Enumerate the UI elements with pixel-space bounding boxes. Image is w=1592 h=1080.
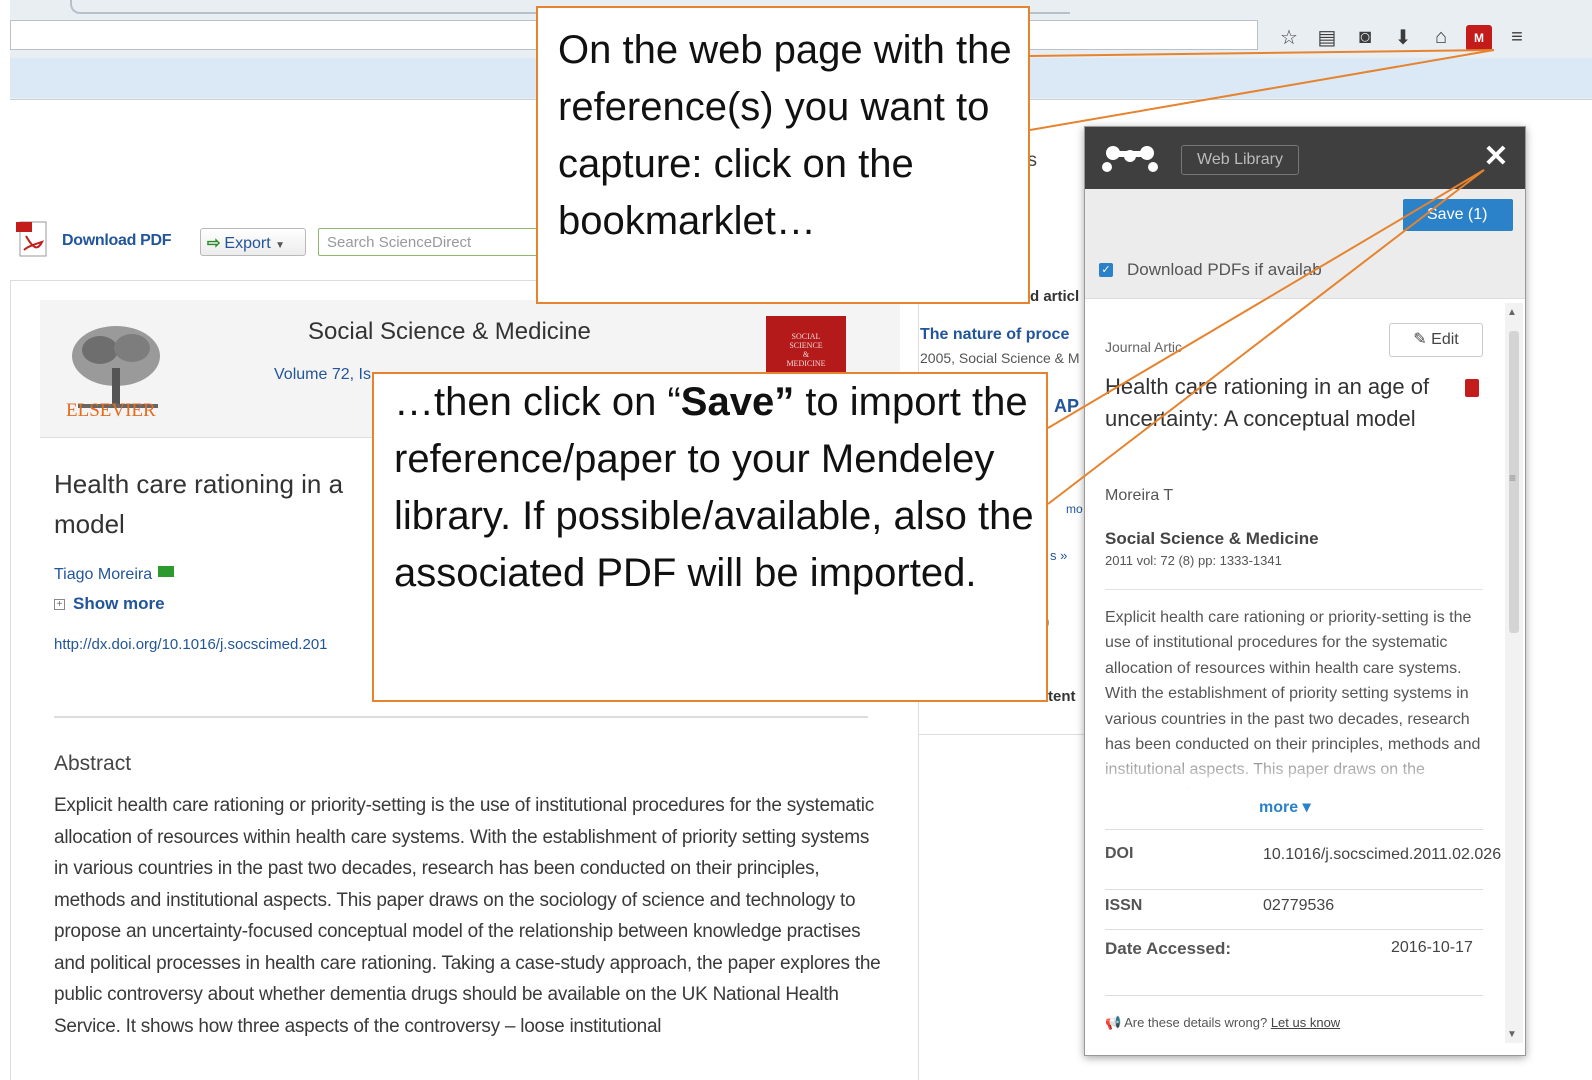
download-pdfs-row: ✓ Download PDFs if availab (1085, 239, 1525, 299)
related-articles-heading: d articl (1030, 288, 1080, 305)
related-article-link-2[interactable]: AP (1054, 396, 1079, 417)
mendeley-bookmarklet-button[interactable]: M (1462, 22, 1496, 52)
document-type: Journal Artic (1105, 339, 1183, 355)
reference-authors: Moreira T (1105, 487, 1174, 504)
home-icon[interactable]: ⌂ (1424, 22, 1458, 52)
more-link[interactable]: mo (1066, 502, 1083, 516)
issn-value: 02779536 (1263, 897, 1335, 914)
edit-label: Edit (1431, 331, 1459, 348)
related-article-meta: 2005, Social Science & M (920, 350, 1080, 366)
abstract-heading: Abstract (54, 752, 132, 775)
download-pdfs-checkbox[interactable]: ✓ (1099, 263, 1113, 277)
grip-icon: ≡ (1509, 471, 1517, 485)
export-button[interactable]: ⇨ Export ▼ (200, 228, 306, 256)
save-button[interactable]: Save (1) (1403, 199, 1513, 231)
pencil-icon: ✎ (1413, 331, 1427, 348)
more-toggle[interactable]: more ▾ (1259, 797, 1311, 817)
report-question: Are these details wrong? (1124, 1015, 1268, 1030)
scroll-down-icon[interactable]: ▼ (1507, 1029, 1517, 1040)
browser-toolbar: ☆ ▤ ◙ ⬇ ⌂ M ≡ (1272, 22, 1534, 52)
star-icon[interactable]: ☆ (1272, 22, 1306, 52)
download-pdf-link[interactable]: Download PDF (62, 232, 172, 250)
author-link[interactable]: Tiago Moreira (54, 566, 175, 584)
megaphone-icon: 📢 (1105, 1015, 1122, 1030)
pocket-icon[interactable]: ◙ (1348, 22, 1382, 52)
chevron-down-icon: ▼ (275, 240, 286, 251)
export-label: Export (224, 235, 271, 252)
edit-button[interactable]: ✎ Edit (1389, 323, 1483, 357)
reference-title: Health care rationing in an age of uncer… (1105, 374, 1430, 431)
doi-value: 10.1016/j.socscimed.2011.02.026 (1263, 846, 1502, 863)
web-library-button[interactable]: Web Library (1181, 145, 1299, 175)
show-more-label: Show more (73, 594, 165, 613)
search-input[interactable]: Search ScienceDirect (318, 228, 558, 256)
pdf-icon (1465, 379, 1479, 397)
doi-link[interactable]: http://dx.doi.org/10.1016/j.socscimed.20… (54, 636, 328, 653)
divider (1105, 995, 1483, 996)
related-article-link[interactable]: The nature of proce (920, 326, 1069, 344)
close-icon[interactable]: ✕ (1479, 141, 1513, 175)
report-details: 📢 Are these details wrong? Let us know (1105, 1015, 1340, 1031)
instruction-callout-bookmarklet: On the web page with the reference(s) yo… (536, 6, 1030, 304)
mendeley-importer-panel: Web Library ✕ Save (1) ✓ Download PDFs i… (1084, 126, 1526, 1056)
article-toolbar: Download PDF ⇨ Export ▼ Search ScienceDir… (10, 218, 570, 262)
divider (54, 716, 868, 718)
callout-text-start: …then click on “ (394, 380, 681, 424)
scroll-up-icon[interactable]: ▲ (1507, 307, 1517, 318)
divider (1105, 589, 1483, 590)
reference-citation: 2011 vol: 72 (8) pp: 1333-1341 (1105, 553, 1282, 568)
reference-journal: Social Science & Medicine (1105, 529, 1319, 548)
mendeley-icon: M (1466, 25, 1492, 51)
divider (918, 734, 1088, 735)
mendeley-header: Web Library ✕ (1085, 127, 1525, 189)
mail-icon[interactable] (158, 566, 175, 577)
journal-title[interactable]: Social Science & Medicine (308, 318, 591, 346)
journal-volume[interactable]: Volume 72, Is (274, 366, 371, 384)
plus-icon: + (54, 599, 65, 610)
reading-list-icon[interactable]: ▤ (1310, 22, 1344, 52)
issn-label: ISSN (1105, 897, 1143, 914)
callout-save-word: Save” (680, 380, 795, 424)
author-name[interactable]: Tiago Moreira (54, 566, 152, 583)
instruction-callout-save: …then click on “Save” to import the refe… (372, 372, 1048, 702)
mendeley-logo-icon (1102, 146, 1158, 172)
view-more-link[interactable]: s » (1050, 548, 1067, 563)
date-accessed-value: 2016-10-17 (1391, 939, 1473, 956)
download-icon[interactable]: ⬇ (1386, 22, 1420, 52)
pdf-icon (16, 221, 47, 257)
abstract-text: Explicit health care rationing or priori… (54, 795, 881, 1037)
show-more-toggle[interactable]: + Show more (54, 594, 165, 614)
article-title: Health care rationing in a model (54, 469, 344, 539)
publisher-name: ELSEVIER (66, 400, 156, 421)
doi-label: DOI (1105, 845, 1134, 862)
download-pdfs-label: Download PDFs if availab (1127, 260, 1322, 279)
date-accessed-label: Date Accessed: (1105, 939, 1231, 958)
content-heading: tent (1048, 688, 1076, 705)
divider (1105, 889, 1483, 890)
divider (1105, 829, 1483, 830)
menu-icon[interactable]: ≡ (1500, 22, 1534, 52)
save-bar: Save (1) (1085, 189, 1525, 239)
let-us-know-link[interactable]: Let us know (1271, 1015, 1340, 1030)
divider (1105, 929, 1483, 930)
export-icon: ⇨ (207, 235, 221, 252)
abstract-fade (1105, 749, 1483, 793)
